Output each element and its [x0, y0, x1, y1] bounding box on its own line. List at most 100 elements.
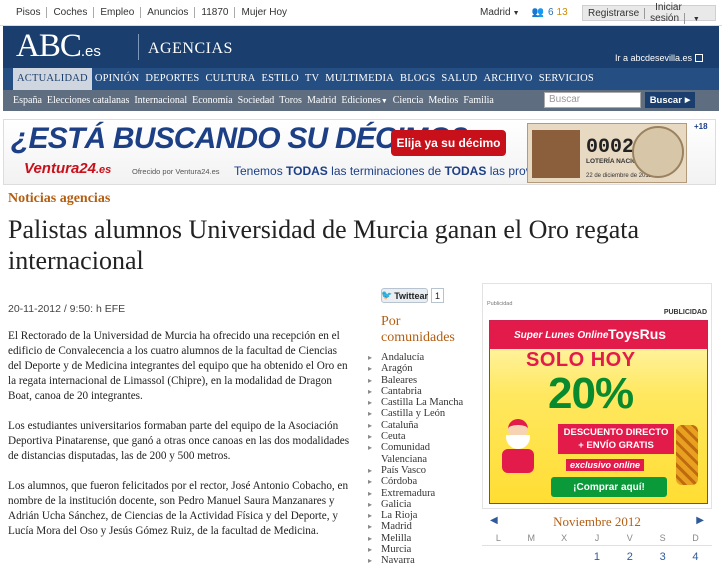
nav-cultura[interactable]: CULTURA — [202, 68, 258, 90]
top-link-coches[interactable]: Coches — [47, 7, 95, 18]
calendar-title: Noviembre 2012 — [553, 514, 641, 529]
tagline-bold: TODAS — [286, 164, 328, 178]
chevron-down-icon: ▼ — [512, 10, 520, 17]
register-link[interactable]: Registrarse — [583, 7, 646, 19]
weekday-label: V — [626, 533, 633, 543]
community-link-continuation[interactable]: Valenciana — [368, 454, 478, 465]
subnav-madrid[interactable]: Madrid — [307, 95, 336, 106]
twitter-bird-icon: 🐦 — [380, 290, 393, 300]
sub-nav: España Elecciones catalanas Internaciona… — [3, 90, 719, 111]
tweet-button[interactable]: 🐦 Twittear — [381, 288, 428, 303]
nav-opinion[interactable]: OPINIÓN — [92, 68, 143, 90]
community-link[interactable]: Aragón — [368, 363, 478, 375]
community-link[interactable]: Castilla La Mancha — [368, 397, 478, 409]
top-link-mujer-hoy[interactable]: Mujer Hoy — [235, 7, 293, 18]
user-box: Registrarse Iniciar sesión ▼ — [582, 2, 716, 24]
nav-servicios[interactable]: SERVICIOS — [536, 68, 597, 90]
tweet-count[interactable]: 1 — [431, 288, 444, 303]
subnav-elecciones[interactable]: Elecciones catalanas — [47, 95, 129, 106]
calendar-day — [515, 551, 548, 563]
community-link[interactable]: Galicia — [368, 499, 478, 511]
city-selector[interactable]: Madrid ▼ — [480, 7, 520, 18]
giraffe-illustration — [676, 425, 698, 485]
ad-exclusive: exclusivo online — [566, 459, 645, 471]
chevron-right-icon[interactable]: ▶ — [696, 515, 704, 526]
community-link[interactable]: Ceuta — [368, 431, 478, 443]
top-link-pisos[interactable]: Pisos — [10, 7, 48, 18]
community-link[interactable]: Navarra — [368, 555, 478, 567]
people-count[interactable]: 6 — [548, 7, 554, 18]
heading-line: comunidades — [381, 330, 455, 345]
section-kicker[interactable]: Noticias agencias — [8, 191, 110, 207]
subnav-ediciones[interactable]: Ediciones▼ — [341, 95, 387, 106]
subnav-internacional[interactable]: Internacional — [134, 95, 187, 106]
community-link[interactable]: Extremadura — [368, 488, 478, 500]
community-link[interactable]: Madrid — [368, 521, 478, 533]
section-name[interactable]: AGENCIAS — [148, 40, 233, 58]
article-meta: 20-11-2012 / 9:50: h EFE — [8, 303, 126, 315]
banner-brand: Ventura24.es — [24, 160, 111, 177]
nav-salud[interactable]: SALUD — [438, 68, 480, 90]
top-link-11870[interactable]: 11870 — [195, 7, 236, 18]
community-link[interactable]: Cantabria — [368, 386, 478, 398]
abc-logo[interactable]: ABC.es — [16, 28, 101, 65]
subnav-ciencia[interactable]: Ciencia — [393, 95, 424, 106]
calendar-day[interactable]: 4 — [679, 551, 712, 563]
search-button[interactable]: Buscar ▶ — [645, 92, 695, 108]
community-link[interactable]: Comunidad — [368, 442, 478, 454]
subnav-sociedad[interactable]: Sociedad — [238, 95, 275, 106]
subnav-toros[interactable]: Toros — [279, 95, 302, 106]
community-link[interactable]: Córdoba — [368, 476, 478, 488]
people-icon: 👥 — [531, 7, 544, 18]
article-body: El Rectorado de la Universidad de Murcia… — [8, 329, 352, 554]
calendar-day[interactable]: 3 — [646, 551, 679, 563]
weekday-label: D — [692, 533, 699, 543]
chevron-down-icon: ▼ — [380, 97, 388, 105]
ad-super-lunes: Super Lunes Online — [514, 330, 609, 341]
tweet-label: Twittear — [394, 290, 429, 301]
ad-percent: 20% — [548, 369, 634, 418]
tagline-part: las terminaciones de — [327, 164, 445, 178]
calendar-day — [548, 551, 581, 563]
subnav-economia[interactable]: Economía — [192, 95, 233, 106]
subnav-medios[interactable]: Medios — [428, 95, 458, 106]
top-right-info: Madrid ▼ 👥 6 13 — [480, 7, 568, 18]
search-button-label: Buscar — [649, 94, 682, 106]
coin-image — [632, 126, 684, 178]
toysrus-ad[interactable]: Super Lunes Online ToysRus SOLO HOY 20% … — [489, 320, 708, 504]
ticket-date: 22 de diciembre de 2012 — [586, 173, 653, 179]
calendar-day[interactable]: 2 — [613, 551, 646, 563]
lottery-banner-ad[interactable]: ¿ESTÁ BUSCANDO SU DÉCIMO? Elija ya su dé… — [3, 119, 716, 185]
banner-cta-button[interactable]: Elija ya su décimo — [391, 130, 506, 156]
toysrus-logo: ToysRus — [608, 326, 667, 342]
top-link-empleo[interactable]: Empleo — [94, 7, 142, 18]
calendar-day[interactable]: 1 — [581, 551, 614, 563]
calendar-widget: ◀ Noviembre 2012 ▶ L M X J V S D 1 2 3 4 — [482, 511, 712, 569]
nav-archivo[interactable]: ARCHIVO — [480, 68, 535, 90]
nav-actualidad[interactable]: ACTUALIDAD — [13, 68, 92, 90]
external-site-link[interactable]: Ir a abcdesevilla.es — [615, 53, 704, 63]
article-paragraph: Los estudiantes universitarios formaban … — [8, 420, 350, 462]
community-link[interactable]: Baleares — [368, 375, 478, 387]
subnav-familia[interactable]: Familia — [463, 95, 494, 106]
community-link[interactable]: Andalucía — [368, 352, 478, 364]
search-input[interactable]: Buscar — [544, 92, 641, 108]
community-link[interactable]: Castilla y León — [368, 408, 478, 420]
community-link[interactable]: Melilla — [368, 533, 478, 545]
community-link[interactable]: Cataluña — [368, 420, 478, 432]
article-paragraph: Los alumnos, que fueron felicitados por … — [8, 480, 349, 537]
community-link[interactable]: País Vasco — [368, 465, 478, 477]
nav-deportes[interactable]: DEPORTES — [142, 68, 202, 90]
external-link-icon — [695, 54, 704, 62]
notification-count[interactable]: 13 — [557, 7, 568, 18]
subnav-espana[interactable]: España — [13, 95, 42, 106]
community-link[interactable]: Murcia — [368, 544, 478, 556]
community-link[interactable]: La Rioja — [368, 510, 478, 522]
nav-multimedia[interactable]: MULTIMEDIA — [322, 68, 397, 90]
login-link[interactable]: Iniciar sesión ▼ — [645, 2, 715, 24]
nav-blogs[interactable]: BLOGS — [397, 68, 438, 90]
nav-tv[interactable]: TV — [302, 68, 322, 90]
top-link-anuncios[interactable]: Anuncios — [141, 7, 196, 18]
nav-estilo[interactable]: ESTILO — [259, 68, 302, 90]
ad-buy-button[interactable]: ¡Comprar aquí! — [551, 477, 667, 497]
